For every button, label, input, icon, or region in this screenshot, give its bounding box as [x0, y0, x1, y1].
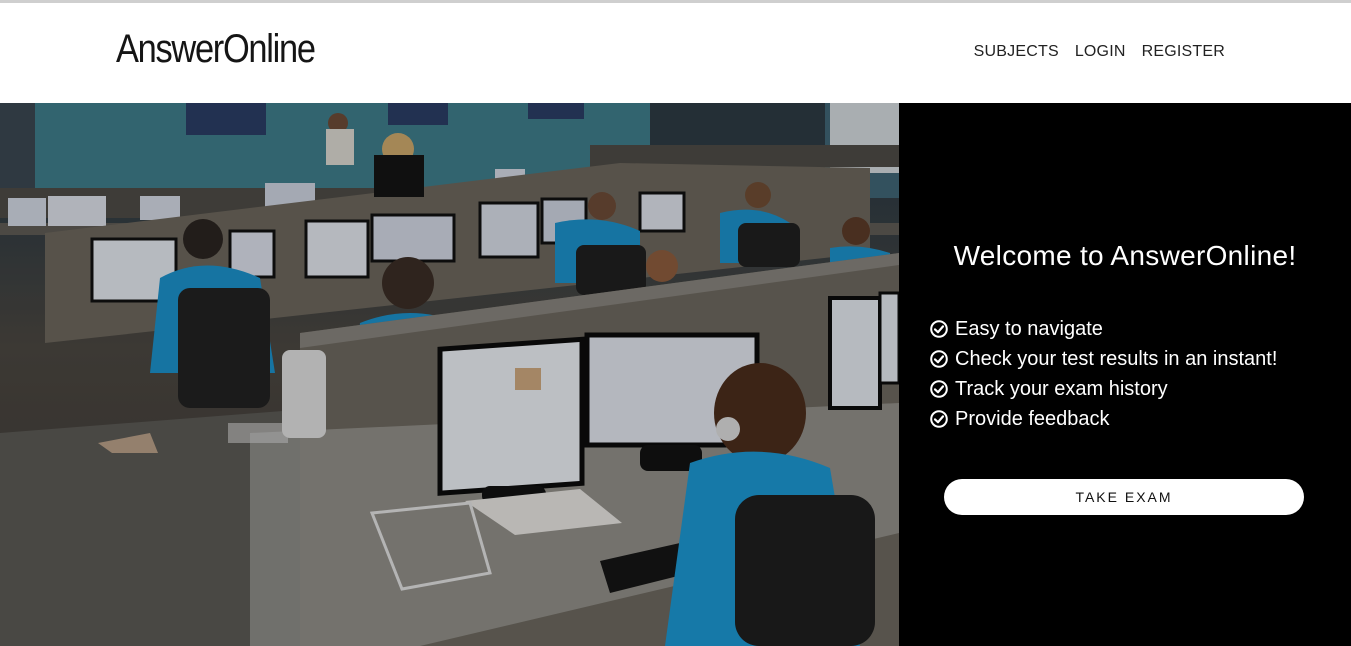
feature-list: Easy to navigate Check your test results… — [930, 314, 1277, 434]
navbar: AnswerOnline SUBJECTS LOGIN REGISTER — [0, 3, 1351, 103]
check-circle-icon — [930, 320, 948, 338]
check-circle-icon — [930, 380, 948, 398]
feature-text: Easy to navigate — [955, 317, 1103, 340]
feature-item: Check your test results in an instant! — [930, 344, 1277, 374]
feature-item: Track your exam history — [930, 374, 1277, 404]
hero-photo — [0, 103, 899, 646]
check-circle-icon — [930, 350, 948, 368]
check-circle-icon — [930, 410, 948, 428]
nav-register-link[interactable]: REGISTER — [1142, 43, 1225, 61]
feature-text: Check your test results in an instant! — [955, 347, 1278, 370]
feature-item: Provide feedback — [930, 404, 1277, 434]
main-nav: SUBJECTS LOGIN REGISTER — [974, 43, 1225, 61]
feature-item: Easy to navigate — [930, 314, 1277, 344]
take-exam-button[interactable]: TAKE EXAM — [944, 479, 1304, 515]
feature-text: Track your exam history — [955, 377, 1168, 400]
feature-text: Provide feedback — [955, 407, 1110, 430]
nav-login-link[interactable]: LOGIN — [1075, 43, 1126, 61]
welcome-heading: Welcome to AnswerOnline! — [953, 240, 1297, 271]
brand-logo[interactable]: AnswerOnline — [116, 27, 316, 72]
hero-panel: Welcome to AnswerOnline! Easy to navigat… — [899, 103, 1351, 646]
nav-subjects-link[interactable]: SUBJECTS — [974, 43, 1059, 61]
testing-center-photo — [0, 103, 899, 646]
